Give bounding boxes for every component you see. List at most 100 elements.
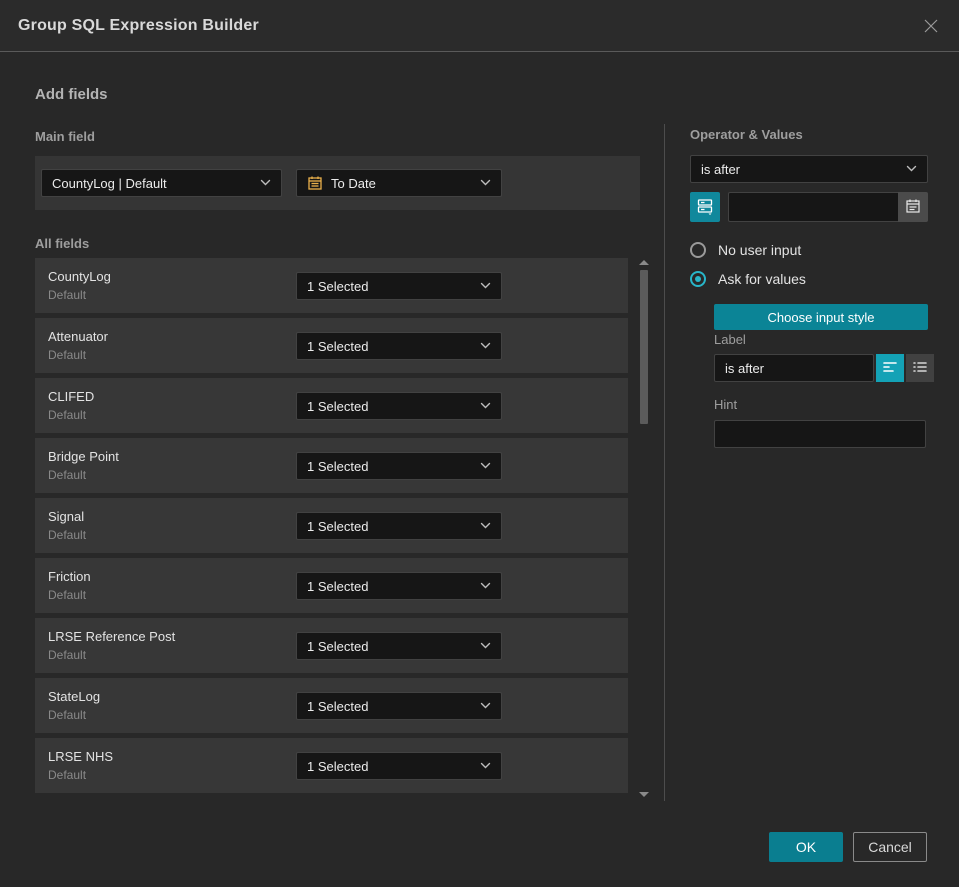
- field-name: Attenuator: [48, 329, 108, 344]
- field-selected-value: 1 Selected: [307, 398, 369, 414]
- hint-input[interactable]: [714, 420, 926, 448]
- radio-selected-icon: [690, 271, 706, 287]
- field-row: LRSE NHS Default 1 Selected: [35, 738, 628, 793]
- field-selected-dropdown[interactable]: 1 Selected: [296, 452, 502, 480]
- chevron-down-icon: [480, 462, 491, 470]
- date-picker-button[interactable]: [898, 192, 928, 222]
- ok-button[interactable]: OK: [769, 832, 843, 862]
- scrollbar-thumb[interactable]: [640, 270, 648, 424]
- field-row-names: Attenuator Default: [48, 329, 108, 362]
- unique-values-list-button[interactable]: [690, 192, 720, 222]
- cancel-button[interactable]: Cancel: [853, 832, 927, 862]
- field-selected-dropdown[interactable]: 1 Selected: [296, 692, 502, 720]
- text-input-style-button[interactable]: [876, 354, 904, 382]
- field-name: CountyLog: [48, 269, 111, 284]
- radio-ask-for-values-label: Ask for values: [718, 271, 806, 287]
- field-selected-dropdown[interactable]: 1 Selected: [296, 392, 502, 420]
- field-subtitle: Default: [48, 408, 87, 422]
- align-left-icon: [882, 360, 898, 377]
- field-name: Bridge Point: [48, 449, 119, 464]
- add-fields-heading: Add fields: [35, 86, 108, 103]
- field-row: CLIFED Default 1 Selected: [35, 378, 628, 433]
- field-row: Signal Default 1 Selected: [35, 498, 628, 553]
- field-selected-value: 1 Selected: [307, 518, 369, 534]
- field-subtitle: Default: [48, 588, 87, 602]
- field-selected-value: 1 Selected: [307, 278, 369, 294]
- group-sql-expression-builder-dialog: Group SQL Expression Builder Add fields …: [0, 0, 959, 887]
- main-field-date-select[interactable]: To Date: [296, 169, 502, 197]
- field-row: Bridge Point Default 1 Selected: [35, 438, 628, 493]
- operator-select-value: is after: [701, 161, 741, 177]
- chevron-down-icon: [906, 165, 917, 173]
- chevron-down-icon: [480, 522, 491, 530]
- field-name: LRSE Reference Post: [48, 629, 176, 644]
- field-subtitle: Default: [48, 528, 87, 542]
- chevron-down-icon: [480, 702, 491, 710]
- list-scrollbar[interactable]: [636, 256, 652, 801]
- field-row-names: LRSE NHS Default: [48, 749, 113, 782]
- radio-no-user-input[interactable]: No user input: [690, 242, 801, 258]
- scroll-down-icon[interactable]: [639, 792, 649, 797]
- all-fields-label: All fields: [35, 236, 90, 251]
- main-field-select-value: CountyLog | Default: [52, 175, 167, 191]
- field-row: Friction Default 1 Selected: [35, 558, 628, 613]
- list-input-style-button[interactable]: [906, 354, 934, 382]
- field-name: Friction: [48, 569, 91, 584]
- field-row-names: LRSE Reference Post Default: [48, 629, 175, 662]
- chevron-down-icon: [480, 342, 491, 350]
- field-subtitle: Default: [48, 468, 87, 482]
- chevron-down-icon: [480, 402, 491, 410]
- field-row-names: CountyLog Default: [48, 269, 111, 302]
- field-selected-dropdown[interactable]: 1 Selected: [296, 512, 502, 540]
- choose-input-style-button[interactable]: Choose input style: [714, 304, 928, 330]
- close-icon[interactable]: [921, 16, 941, 36]
- label-input-row: [714, 354, 934, 382]
- field-selected-value: 1 Selected: [307, 698, 369, 714]
- field-row-names: Friction Default: [48, 569, 91, 602]
- field-selected-dropdown[interactable]: 1 Selected: [296, 332, 502, 360]
- field-selected-dropdown[interactable]: 1 Selected: [296, 572, 502, 600]
- dialog-footer: OK Cancel: [769, 832, 927, 862]
- hint-caption: Hint: [714, 397, 738, 412]
- field-selected-value: 1 Selected: [307, 458, 369, 474]
- chevron-down-icon: [480, 582, 491, 590]
- field-subtitle: Default: [48, 348, 87, 362]
- radio-ask-for-values[interactable]: Ask for values: [690, 271, 806, 287]
- main-field-select[interactable]: CountyLog | Default: [41, 169, 282, 197]
- main-field-panel: CountyLog | Default To Date: [35, 156, 640, 210]
- dialog-title: Group SQL Expression Builder: [18, 16, 259, 34]
- field-row: LRSE Reference Post Default 1 Selected: [35, 618, 628, 673]
- field-name: Signal: [48, 509, 85, 524]
- main-field-date-value: To Date: [331, 175, 376, 191]
- chevron-down-icon: [480, 179, 491, 187]
- field-name: StateLog: [48, 689, 101, 704]
- calendar-icon: [307, 175, 323, 191]
- calendar-icon: [905, 198, 921, 217]
- main-field-label: Main field: [35, 129, 95, 144]
- field-row-names: Bridge Point Default: [48, 449, 119, 482]
- field-row-names: CLIFED Default: [48, 389, 94, 422]
- field-selected-dropdown[interactable]: 1 Selected: [296, 752, 502, 780]
- all-fields-list: CountyLog Default 1 Selected Attenuator …: [35, 258, 628, 798]
- field-selected-value: 1 Selected: [307, 338, 369, 354]
- scroll-up-icon[interactable]: [639, 260, 649, 265]
- label-input[interactable]: [714, 354, 874, 382]
- radio-unselected-icon: [690, 242, 706, 258]
- chevron-down-icon: [260, 179, 271, 187]
- value-input[interactable]: [728, 192, 898, 222]
- field-selected-value: 1 Selected: [307, 638, 369, 654]
- field-row: CountyLog Default 1 Selected: [35, 258, 628, 313]
- panel-divider: [664, 124, 665, 801]
- field-row-names: StateLog Default: [48, 689, 100, 722]
- field-name: CLIFED: [48, 389, 95, 404]
- field-selected-dropdown[interactable]: 1 Selected: [296, 272, 502, 300]
- operator-select[interactable]: is after: [690, 155, 928, 183]
- value-list-icon: [696, 197, 714, 218]
- field-selected-value: 1 Selected: [307, 578, 369, 594]
- chevron-down-icon: [480, 282, 491, 290]
- field-subtitle: Default: [48, 288, 87, 302]
- field-selected-value: 1 Selected: [307, 758, 369, 774]
- field-row: StateLog Default 1 Selected: [35, 678, 628, 733]
- field-selected-dropdown[interactable]: 1 Selected: [296, 632, 502, 660]
- label-caption: Label: [714, 332, 746, 347]
